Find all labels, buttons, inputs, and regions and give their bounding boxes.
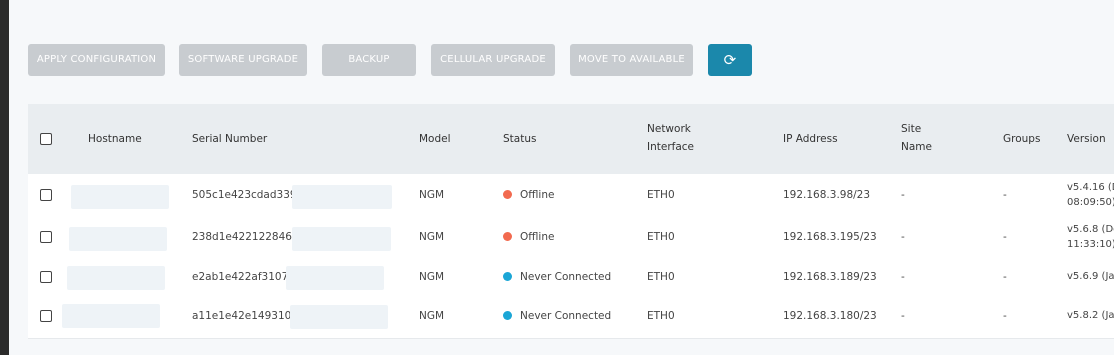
backup-button[interactable]: BACKUP	[322, 44, 416, 76]
groups-cell: -	[1003, 189, 1007, 201]
network-cell: ETH0	[647, 231, 675, 243]
table-row[interactable]: 238d1e4221228461 NGM Offline ETH0 192.16…	[28, 216, 1114, 259]
header-version[interactable]: Version	[1067, 130, 1106, 148]
status-cell: Offline	[503, 231, 554, 243]
serial-cell: a11e1e42e149310e	[192, 310, 298, 322]
status-text: Offline	[520, 231, 555, 243]
serial-redacted	[292, 227, 391, 251]
model-cell: NGM	[419, 310, 445, 322]
serial-cell: 238d1e4221228461	[192, 231, 299, 243]
serial-cell: 505c1e423cdad3390	[192, 189, 304, 201]
row-checkbox[interactable]	[40, 271, 52, 283]
version-cell: v5.4.16 (D 08:09:50)	[1067, 180, 1114, 210]
serial-redacted	[286, 266, 384, 290]
version-line1: v5.6.9 (Jar	[1067, 271, 1114, 282]
serial-redacted	[292, 185, 392, 209]
header-model[interactable]: Model	[419, 130, 451, 148]
status-never-connected-icon	[503, 272, 512, 281]
version-cell: v5.8.2 (Jar	[1067, 308, 1114, 323]
version-line2: 08:09:50)	[1067, 197, 1114, 208]
ip-cell: 192.168.3.180/23	[783, 310, 877, 322]
ip-cell: 192.168.3.195/23	[783, 231, 877, 243]
hostname-redacted	[71, 185, 169, 209]
status-offline-icon	[503, 232, 512, 241]
version-cell: v5.6.8 (De 11:33:10)	[1067, 222, 1114, 252]
row-checkbox[interactable]	[40, 231, 52, 243]
site-cell: -	[901, 231, 905, 243]
refresh-icon: ⟳	[723, 51, 737, 69]
cellular-upgrade-button[interactable]: CELLULAR UPGRADE	[431, 44, 555, 76]
status-text: Offline	[520, 189, 555, 201]
model-cell: NGM	[419, 231, 445, 243]
status-offline-icon	[503, 190, 512, 199]
table-row[interactable]: 505c1e423cdad3390 NGM Offline ETH0 192.1…	[28, 174, 1114, 217]
header-status[interactable]: Status	[503, 130, 536, 148]
header-groups[interactable]: Groups	[1003, 130, 1040, 148]
ip-cell: 192.168.3.98/23	[783, 189, 871, 201]
status-text: Never Connected	[520, 271, 612, 283]
version-line2: 11:33:10)	[1067, 239, 1114, 250]
table-row[interactable]: e2ab1e422af31078 NGM Never Connected ETH…	[28, 258, 1114, 297]
header-site-line2: Name	[901, 141, 932, 153]
site-cell: -	[901, 271, 905, 283]
header-hostname[interactable]: Hostname	[88, 130, 142, 148]
apply-configuration-button[interactable]: APPLY CONFIGURATION	[28, 44, 165, 76]
table-header: Hostname Serial Number Model Status Netw…	[28, 104, 1114, 174]
software-upgrade-button[interactable]: SOFTWARE UPGRADE	[179, 44, 307, 76]
header-network-line2: Interface	[647, 141, 695, 153]
status-never-connected-icon	[503, 311, 512, 320]
header-network-interface[interactable]: Network Interface	[647, 120, 694, 156]
version-line1: v5.4.16 (D	[1067, 182, 1114, 193]
ip-cell: 192.168.3.189/23	[783, 271, 877, 283]
window-edge	[0, 0, 9, 355]
model-cell: NGM	[419, 189, 445, 201]
serial-redacted	[290, 305, 388, 329]
network-cell: ETH0	[647, 189, 675, 201]
devices-table: Hostname Serial Number Model Status Netw…	[28, 104, 1114, 340]
status-text: Never Connected	[520, 310, 612, 322]
status-cell: Offline	[503, 189, 554, 201]
site-cell: -	[901, 189, 905, 201]
groups-cell: -	[1003, 310, 1007, 322]
header-network-line1: Network	[647, 123, 691, 135]
version-line1: v5.8.2 (Jar	[1067, 310, 1114, 321]
row-checkbox[interactable]	[40, 310, 52, 322]
header-ip-address[interactable]: IP Address	[783, 130, 838, 148]
network-cell: ETH0	[647, 310, 675, 322]
row-checkbox[interactable]	[40, 189, 52, 201]
status-cell: Never Connected	[503, 271, 611, 283]
groups-cell: -	[1003, 231, 1007, 243]
version-cell: v5.6.9 (Jar	[1067, 269, 1114, 284]
hostname-redacted	[67, 266, 165, 290]
version-line1: v5.6.8 (De	[1067, 224, 1114, 235]
site-cell: -	[901, 310, 905, 322]
groups-cell: -	[1003, 271, 1007, 283]
move-to-available-button[interactable]: MOVE TO AVAILABLE	[570, 44, 693, 76]
header-serial-number[interactable]: Serial Number	[192, 130, 267, 148]
header-site-line1: Site	[901, 123, 922, 135]
table-row[interactable]: a11e1e42e149310e NGM Never Connected ETH…	[28, 296, 1114, 339]
status-cell: Never Connected	[503, 310, 611, 322]
serial-cell: e2ab1e422af31078	[192, 271, 295, 283]
hostname-redacted	[62, 304, 160, 328]
header-site-name[interactable]: Site Name	[901, 120, 932, 156]
model-cell: NGM	[419, 271, 445, 283]
hostname-redacted	[69, 227, 167, 251]
refresh-button[interactable]: ⟳	[708, 44, 752, 76]
select-all-checkbox[interactable]	[40, 133, 52, 145]
network-cell: ETH0	[647, 271, 675, 283]
